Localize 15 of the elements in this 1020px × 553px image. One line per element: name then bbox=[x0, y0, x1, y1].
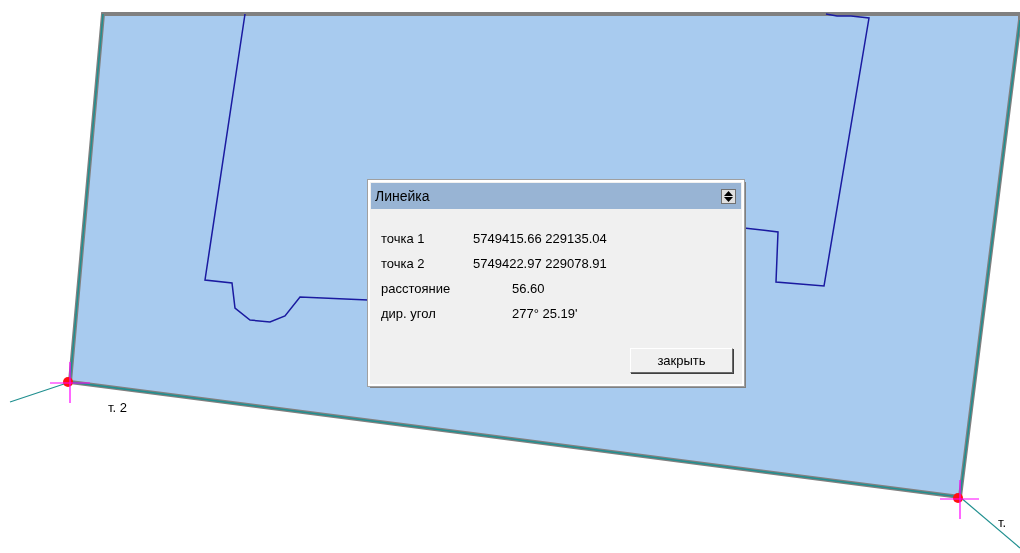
dialog-title: Линейка bbox=[375, 188, 430, 204]
point-label: т. bbox=[998, 516, 1007, 529]
vertex-marker bbox=[939, 479, 980, 520]
field-label: точка 1 bbox=[381, 230, 426, 248]
point-label: т. 2 bbox=[108, 401, 127, 414]
field-label: точка 2 bbox=[381, 255, 426, 273]
up-down-arrows-icon[interactable] bbox=[721, 188, 736, 204]
field-label: дир. угол bbox=[381, 305, 437, 323]
field-value: 5749422.97 229078.91 bbox=[473, 255, 608, 273]
field-value: 277° 25.19' bbox=[512, 305, 579, 323]
close-button[interactable]: закрыть bbox=[630, 348, 733, 373]
vertex-marker bbox=[49, 361, 91, 404]
field-value: 56.60 bbox=[512, 280, 546, 298]
field-label: расстояние bbox=[381, 280, 452, 298]
field-value: 5749415.66 229135.04 bbox=[473, 230, 608, 248]
